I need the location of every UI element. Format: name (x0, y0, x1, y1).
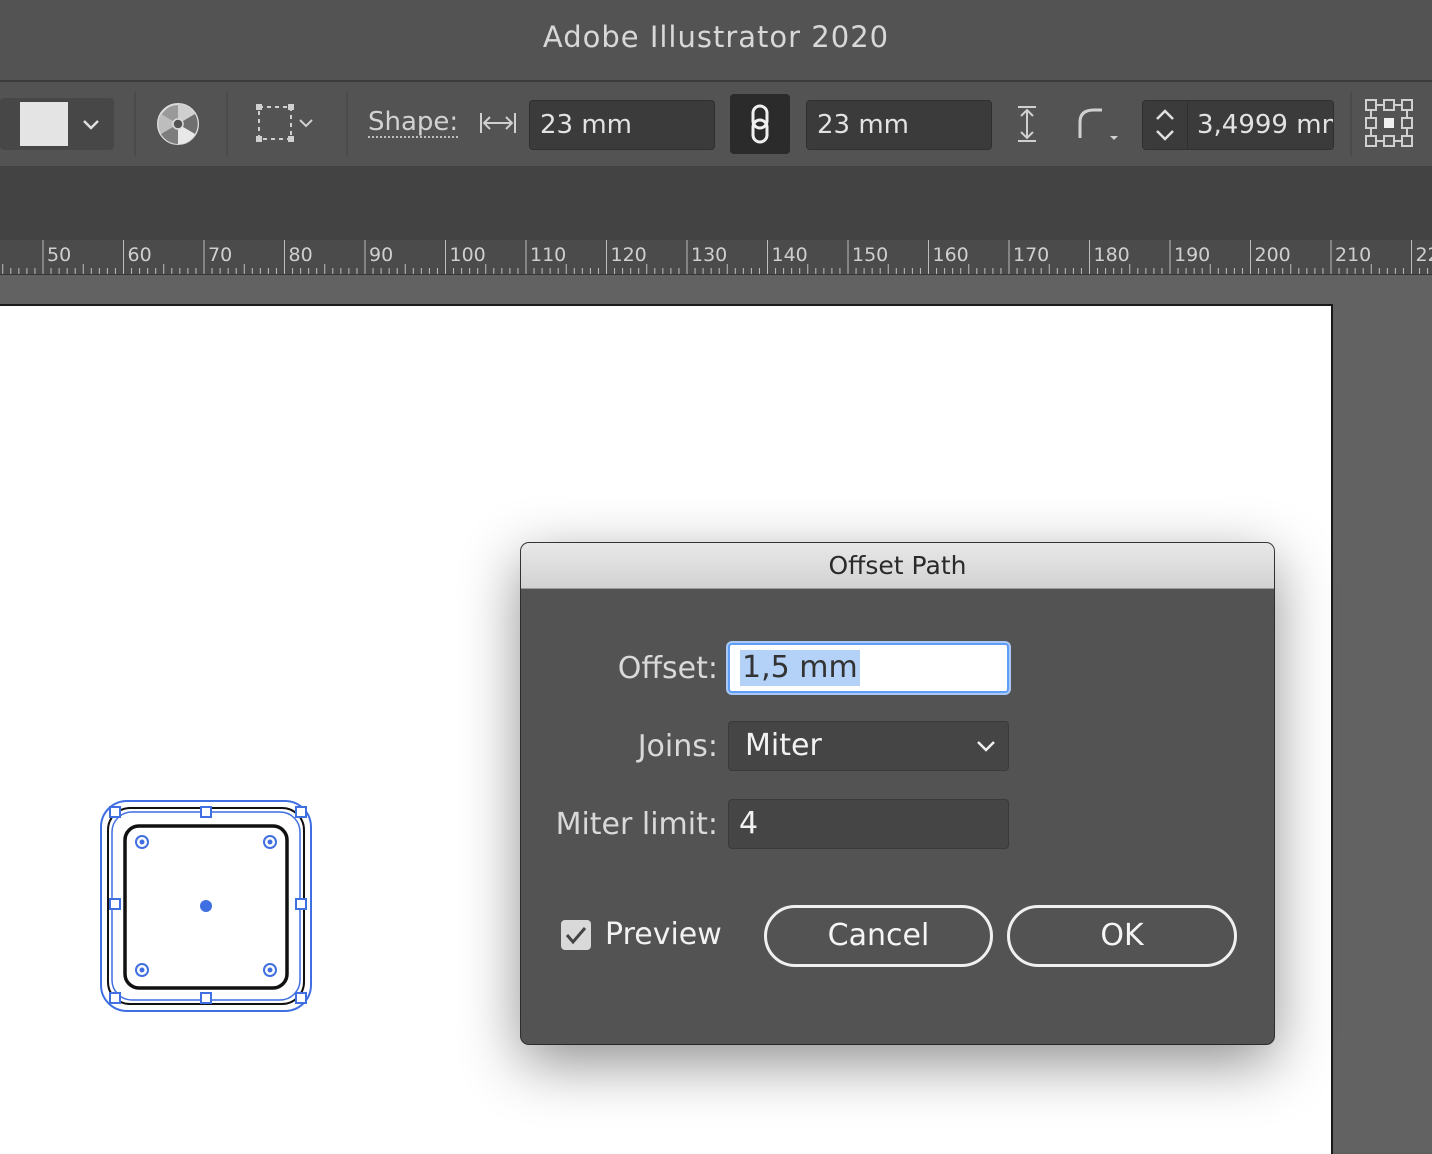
ruler-label: 190 (1174, 244, 1210, 266)
ruler-label: 100 (450, 244, 486, 266)
preview-label[interactable]: Preview (605, 917, 722, 952)
selected-rounded-square[interactable] (96, 796, 320, 1016)
window-title: Adobe Illustrator 2020 (0, 20, 1432, 54)
offset-label: Offset: (561, 651, 718, 686)
ruler-label: 130 (691, 244, 727, 266)
joins-value: Miter (745, 728, 822, 763)
ruler-label: 90 (369, 244, 393, 266)
corner-radius-field[interactable]: 3,4999 mm (1142, 100, 1334, 150)
offset-input[interactable]: 1,5 mm (728, 643, 1009, 693)
ruler-label: 110 (530, 244, 566, 266)
ruler-label: 70 (208, 244, 232, 266)
recolor-wheel-icon[interactable] (156, 102, 200, 150)
ruler-label: 80 (289, 244, 313, 266)
chevron-down-icon[interactable] (72, 102, 110, 146)
divider (134, 92, 136, 156)
window-titlebar: Adobe Illustrator 2020 (0, 0, 1432, 82)
cancel-button[interactable]: Cancel (764, 905, 993, 967)
control-bar: Shape: 23 mm 23 mm (0, 82, 1432, 168)
width-icon (478, 108, 518, 142)
ruler-label: 180 (1094, 244, 1130, 266)
shape-label[interactable]: Shape: (368, 108, 458, 138)
preview-checkbox[interactable] (561, 920, 591, 950)
height-icon (1014, 104, 1040, 148)
joins-select[interactable]: Miter (728, 721, 1009, 771)
fill-swatch-control[interactable] (0, 98, 114, 150)
ruler-label: 170 (1013, 244, 1049, 266)
ruler-label: 50 (47, 244, 71, 266)
document-tab-strip (0, 168, 1432, 240)
miter-limit-field[interactable]: 4 (728, 799, 1009, 849)
dialog-title: Offset Path (521, 543, 1274, 589)
offset-path-dialog: Offset Path Offset: 1,5 mm Joins: Miter … (521, 543, 1274, 1044)
ruler-label: 22 (1416, 244, 1432, 266)
transform-bounds-icon[interactable] (254, 102, 318, 150)
corner-radius-icon[interactable] (1072, 104, 1122, 148)
offset-value: 1,5 mm (740, 650, 860, 686)
height-field[interactable]: 23 mm (806, 100, 992, 150)
constrain-link-icon[interactable] (730, 94, 790, 154)
stepper-icon[interactable] (1143, 101, 1188, 149)
ruler-label: 200 (1255, 244, 1291, 266)
checkmark-icon (561, 920, 591, 950)
divider (346, 92, 348, 156)
divider (1350, 92, 1352, 156)
horizontal-ruler[interactable]: 50 60 70 80 90 100 110 120 130 140 150 160 170 180 190… (0, 240, 1432, 275)
reference-point-icon[interactable] (1364, 98, 1414, 152)
miter-limit-label: Miter limit: (541, 807, 718, 842)
ruler-label: 210 (1335, 244, 1371, 266)
ruler-label: 150 (852, 244, 888, 266)
fill-swatch[interactable] (20, 102, 68, 146)
ruler-label: 140 (772, 244, 808, 266)
chevron-down-icon (974, 736, 998, 756)
corner-radius-value: 3,4999 mm (1197, 101, 1334, 149)
ruler-label: 60 (128, 244, 152, 266)
ruler-label: 120 (611, 244, 647, 266)
ok-button[interactable]: OK (1007, 905, 1237, 967)
divider (226, 92, 228, 156)
joins-label: Joins: (561, 729, 718, 764)
ruler-label: 160 (933, 244, 969, 266)
width-field[interactable]: 23 mm (529, 100, 715, 150)
